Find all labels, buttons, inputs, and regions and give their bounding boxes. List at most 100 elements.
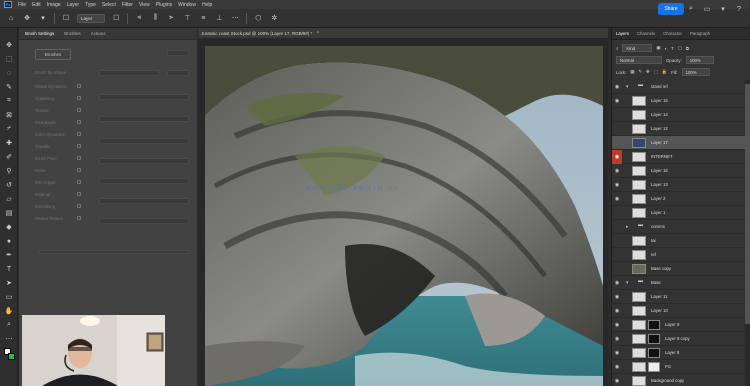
menu-layer[interactable]: Layer [67, 2, 80, 8]
size-jitter-slider[interactable] [99, 70, 159, 76]
layer-row-selected[interactable]: Layer 17 [612, 136, 745, 150]
tab-character[interactable]: Character [663, 31, 682, 36]
roundness-jitter-slider[interactable] [99, 178, 189, 184]
layer-row[interactable]: Layer 12 [612, 122, 745, 136]
quick-select-tool-icon[interactable]: ✎ [4, 82, 14, 92]
history-brush-tool-icon[interactable]: ↺ [4, 180, 14, 190]
layer-name[interactable]: stand ref [651, 84, 668, 89]
layer-name[interactable]: INTERNET [651, 154, 673, 159]
menu-type[interactable]: Type [85, 2, 96, 8]
tab-channels[interactable]: Channels [637, 31, 655, 36]
chevron-down-icon[interactable]: ▾ [38, 13, 48, 23]
lock-icon[interactable] [77, 108, 81, 112]
menu-view[interactable]: View [139, 2, 150, 8]
image-canvas[interactable] [205, 46, 603, 386]
auto-select-checkbox[interactable]: ☐ [61, 13, 71, 23]
layers-scrollbar[interactable] [745, 80, 750, 386]
align-bottom-icon[interactable]: ⊥ [214, 13, 224, 23]
lock-icon[interactable] [77, 204, 81, 208]
brushes-presets-button[interactable]: Brushes [35, 49, 71, 60]
tab-layers[interactable]: Layers [616, 31, 629, 36]
pixel-filter-icon[interactable]: ▣ [656, 45, 660, 51]
layer-name[interactable]: Base [651, 280, 661, 285]
document-tab[interactable]: Jurassic coast Stock.psd @ 100% (Layer 1… [198, 28, 608, 38]
visibility-eye-icon[interactable]: ◉ [612, 98, 622, 104]
layer-name[interactable]: Layer 12 [651, 126, 668, 131]
lock-icon[interactable] [77, 96, 81, 100]
share-button[interactable]: Share [658, 3, 684, 15]
lock-icon[interactable] [77, 216, 81, 220]
visibility-eye-icon[interactable]: ◉ [612, 168, 622, 174]
lock-artboard-icon[interactable]: ⬚ [654, 69, 658, 75]
lock-icon[interactable] [77, 192, 81, 196]
menu-select[interactable]: Select [102, 2, 116, 8]
layer-row[interactable]: ◉ Layer 15 [612, 94, 745, 108]
layer-mask-thumbnail[interactable] [648, 347, 660, 358]
transform-controls-checkbox[interactable]: ☐ [111, 13, 121, 23]
layer-name[interactable]: Layer 14 [651, 112, 668, 117]
layer-row[interactable]: ◉ Layer 10 [612, 304, 745, 318]
move-tool-icon[interactable]: ✥ [4, 40, 14, 50]
layer-row[interactable]: ▸ ▬ comms [612, 220, 745, 234]
layer-row[interactable]: ref [612, 248, 745, 262]
layer-name[interactable]: FG [665, 364, 671, 369]
scrollbar-thumb[interactable] [745, 84, 750, 324]
lock-icon[interactable] [77, 132, 81, 136]
layer-row[interactable]: ◉ Layer 13 [612, 178, 745, 192]
lock-position-icon[interactable]: ✥ [646, 69, 650, 75]
lock-icon[interactable] [77, 168, 81, 172]
align-center-icon[interactable]: ⫼ [150, 13, 160, 23]
brush-size-field[interactable] [167, 50, 189, 56]
lock-paint-icon[interactable]: ✎ [638, 69, 642, 75]
visibility-eye-icon[interactable]: ◉ [612, 84, 622, 90]
lock-icon[interactable] [77, 84, 81, 88]
healing-brush-tool-icon[interactable]: ✚ [4, 138, 14, 148]
minimum-roundness-slider[interactable] [99, 198, 189, 204]
layer-name[interactable]: Layer 8 [665, 350, 679, 355]
document-title[interactable]: Jurassic coast Stock.psd @ 100% (Layer 1… [201, 31, 312, 36]
lasso-tool-icon[interactable]: ◌ [4, 68, 14, 78]
align-middle-icon[interactable]: ≡ [198, 13, 208, 23]
setting-brush-tip-shape[interactable]: Brush Tip Shape [35, 70, 66, 75]
lock-all-icon[interactable]: 🔒 [662, 69, 667, 75]
setting-smoothing[interactable]: Smoothing [35, 204, 55, 209]
eyedropper-tool-icon[interactable]: ⌿ [4, 124, 14, 134]
zoom-tool-icon[interactable]: ⌕ [4, 320, 14, 330]
tab-paragraph[interactable]: Paragraph [690, 31, 710, 36]
layer-name[interactable]: Layer 13 [651, 182, 668, 187]
eraser-tool-icon[interactable]: ▱ [4, 194, 14, 204]
fill-field[interactable]: 100% [681, 68, 710, 76]
help-icon[interactable]: ? [734, 3, 744, 15]
hand-tool-icon[interactable]: ✋ [4, 306, 14, 316]
layer-row[interactable]: ◉ ▾ ▬ stand ref [612, 80, 745, 94]
layer-name[interactable]: ref [651, 252, 656, 257]
setting-transfer[interactable]: Transfer [35, 144, 50, 149]
align-right-icon[interactable]: ⫸ [166, 13, 176, 23]
lock-icon[interactable] [77, 144, 81, 148]
layer-name[interactable]: Layer 9 [665, 322, 679, 327]
menu-plugins[interactable]: Plugins [156, 2, 172, 8]
layer-row[interactable]: ◉ FG [612, 360, 745, 374]
gradient-tool-icon[interactable]: ▤ [4, 208, 14, 218]
setting-build-up[interactable]: Build-up [35, 192, 50, 197]
visibility-eye-icon[interactable]: ◉ [612, 378, 622, 384]
visibility-eye-icon[interactable]: ◉ [612, 182, 622, 188]
workspace-icon[interactable]: ▭ [702, 3, 712, 15]
layer-row[interactable]: tai [612, 234, 745, 248]
visibility-eye-icon[interactable]: ◉ [612, 322, 622, 328]
clone-stamp-tool-icon[interactable]: ⚲ [4, 166, 14, 176]
chevron-down-icon[interactable]: ▾ [626, 280, 632, 286]
more-tools-icon[interactable]: ⋯ [4, 334, 14, 344]
layer-name[interactable]: Layer 16 [651, 168, 668, 173]
chevron-right-icon[interactable]: ▸ [626, 224, 632, 230]
auto-select-mode-dropdown[interactable]: Layer [77, 13, 106, 23]
control-dropdown[interactable] [99, 94, 189, 100]
search-icon[interactable]: ⌕ [616, 46, 618, 51]
layer-row[interactable]: ◉ INTERNET [612, 149, 745, 164]
layer-row[interactable]: ◉ Layer 9 [612, 318, 745, 332]
filter-kind-dropdown[interactable]: Kind [622, 44, 653, 52]
brush-tool-icon[interactable]: ✐ [4, 152, 14, 162]
menu-window[interactable]: Window [178, 2, 196, 8]
layer-row[interactable]: ◉ Layer 8 [612, 346, 745, 360]
layer-name[interactable]: Layer 10 [651, 308, 668, 313]
